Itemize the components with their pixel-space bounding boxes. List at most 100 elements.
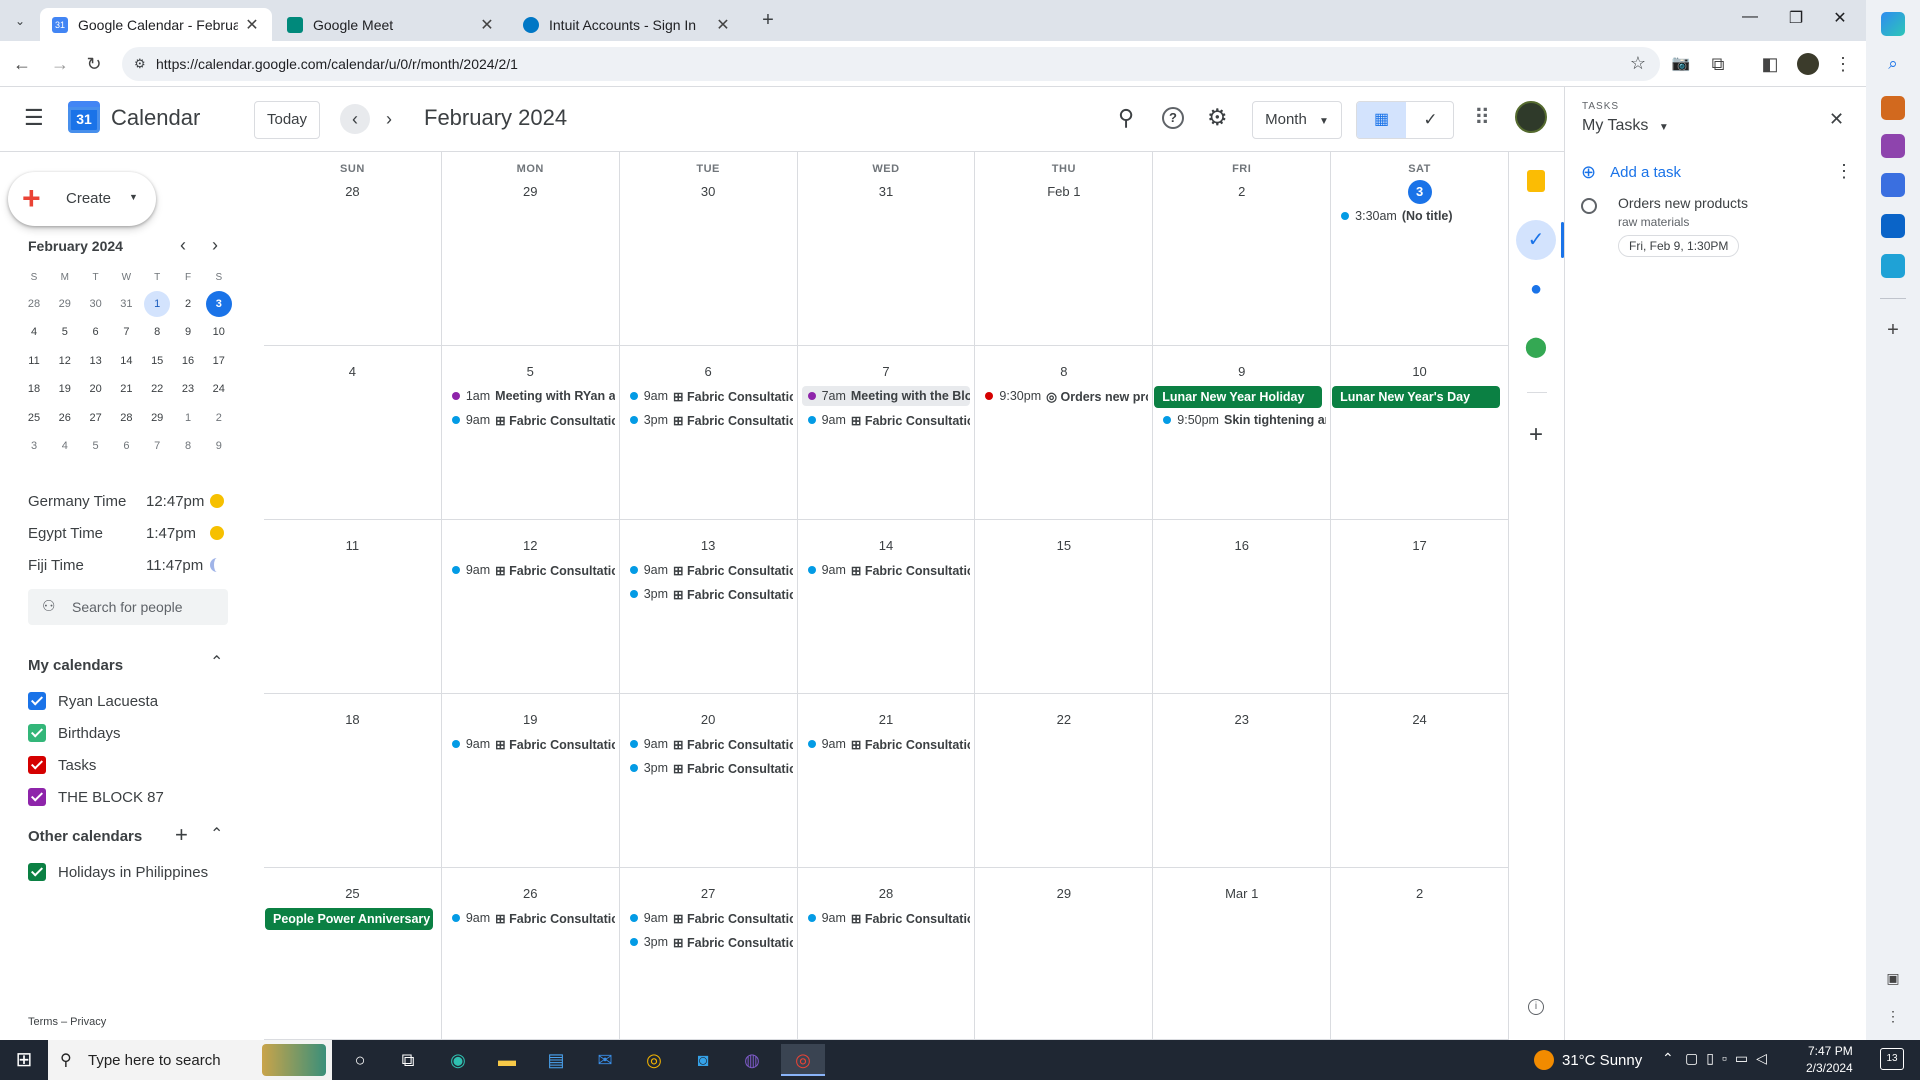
day-cell[interactable]: 25 People Power Anniversary — [264, 868, 442, 1040]
camera-app-icon[interactable]: ◙ — [683, 1044, 723, 1076]
screenshot-icon[interactable]: ▣ — [1881, 966, 1905, 990]
day-cell[interactable]: 13 9am ⊞ Fabric Consultation 3pm ⊞ Fabric Co… — [619, 520, 798, 694]
day-number[interactable]: 3 — [1331, 180, 1508, 204]
day-number[interactable]: 14 — [798, 534, 975, 558]
event-chip[interactable]: 1am Meeting with RYan and — [446, 386, 615, 406]
profile-avatar[interactable] — [1797, 53, 1819, 75]
tasks-mode-icon[interactable]: ✓ — [1406, 102, 1453, 138]
mini-day[interactable]: 23 — [173, 375, 203, 403]
bookmark-star-icon[interactable]: ☆ — [1630, 53, 1646, 74]
day-cell[interactable]: 28 9am ⊞ Fabric Consultation — [797, 868, 976, 1040]
day-number[interactable]: 29 — [975, 882, 1152, 906]
mini-day[interactable]: 17 — [204, 347, 234, 375]
day-cell[interactable]: SAT 3 3:30am (No title) — [1331, 152, 1509, 346]
day-number[interactable]: 27 — [620, 882, 797, 906]
task-list-selector[interactable]: My Tasks ▼ — [1582, 117, 1669, 135]
day-number[interactable]: 20 — [620, 708, 797, 732]
mini-day[interactable]: 15 — [142, 347, 172, 375]
extensions-icon[interactable]: ⧉ — [1705, 51, 1731, 77]
event-chip[interactable]: 3pm ⊞ Fabric Consultation — [624, 758, 793, 778]
help-icon[interactable]: ? — [1162, 107, 1184, 129]
tab-google-calendar[interactable]: 31 Google Calendar - February 20… ✕ — [40, 8, 272, 41]
mini-day[interactable]: 12 — [50, 347, 80, 375]
day-cell[interactable]: 20 9am ⊞ Fabric Consultation 3pm ⊞ Fabric Co… — [619, 694, 798, 868]
day-cell[interactable]: 4 — [264, 346, 442, 520]
chrome-active-icon[interactable]: ◎ — [781, 1044, 825, 1076]
forward-icon[interactable]: → — [47, 51, 73, 77]
weather-text[interactable]: 31°C Sunny — [1562, 1052, 1642, 1069]
mini-day[interactable]: 24 — [204, 375, 234, 403]
notification-icon[interactable]: 13 — [1880, 1048, 1904, 1070]
other-calendars-title[interactable]: Other calendars — [28, 828, 142, 845]
clock-date[interactable]: 2/3/2024 — [1806, 1061, 1853, 1075]
mini-day[interactable]: 26 — [50, 404, 80, 432]
day-number[interactable]: 23 — [1153, 708, 1330, 732]
my-calendars-title[interactable]: My calendars — [28, 657, 123, 674]
close-tab-icon[interactable]: ✕ — [715, 15, 731, 35]
event-chip[interactable]: 9am ⊞ Fabric Consultation — [446, 908, 615, 928]
task-item[interactable]: Orders new products raw materials Fri, F… — [1581, 195, 1851, 265]
task-complete-checkbox[interactable] — [1581, 198, 1597, 214]
add-icon[interactable]: + — [1881, 318, 1905, 342]
tab-google-meet[interactable]: Google Meet ✕ — [275, 8, 507, 41]
mini-day[interactable]: 6 — [111, 432, 141, 460]
day-number[interactable]: Mar 1 — [1153, 882, 1330, 906]
day-number[interactable]: 16 — [1153, 534, 1330, 558]
reload-icon[interactable]: ↻ — [81, 51, 107, 77]
tools-icon[interactable] — [1881, 96, 1905, 120]
day-cell[interactable]: 27 9am ⊞ Fabric Consultation 3pm ⊞ Fabric Co… — [619, 868, 798, 1040]
mini-day[interactable]: 13 — [81, 347, 111, 375]
view-switcher[interactable]: Month ▼ — [1252, 101, 1342, 139]
day-number[interactable]: 6 — [620, 360, 797, 384]
office-icon[interactable] — [1881, 173, 1905, 197]
terms-privacy-link[interactable]: Terms – Privacy — [28, 1016, 106, 1028]
mini-day[interactable]: 7 — [111, 318, 141, 346]
day-cell[interactable]: 7 7am Meeting with the Block 9am ⊞ Fabric Co… — [797, 346, 976, 520]
day-number[interactable]: 7 — [798, 360, 975, 384]
day-cell[interactable]: 16 — [1153, 520, 1332, 694]
day-cell[interactable]: 15 — [975, 520, 1154, 694]
account-avatar[interactable] — [1515, 101, 1547, 133]
tray-chevron-icon[interactable]: ⌃ — [1662, 1050, 1674, 1067]
day-number[interactable]: 5 — [442, 360, 619, 384]
day-number[interactable]: 28 — [264, 180, 441, 204]
mini-day[interactable]: 31 — [111, 290, 141, 318]
event-chip[interactable]: 9am ⊞ Fabric Consultation — [802, 734, 970, 754]
event-chip[interactable]: 9:50pm Skin tightening and — [1157, 410, 1326, 430]
mini-day[interactable]: 11 — [19, 347, 49, 375]
next-month-button[interactable]: › — [374, 104, 404, 134]
tray-icons[interactable]: ▢▯▫▭◁ — [1685, 1050, 1775, 1067]
day-number[interactable]: 21 — [798, 708, 975, 732]
site-info-icon[interactable]: ⚙ — [134, 56, 146, 72]
calendar-checkbox[interactable] — [28, 863, 46, 881]
mini-day[interactable]: 7 — [142, 432, 172, 460]
day-number[interactable]: 11 — [264, 534, 441, 558]
day-cell[interactable]: SUN 28 — [264, 152, 442, 346]
day-cell[interactable]: 17 — [1331, 520, 1509, 694]
mini-day[interactable]: 3 — [205, 291, 232, 317]
maximize-button[interactable]: ❐ — [1776, 8, 1816, 34]
search-people-input[interactable]: ⚇ Search for people — [28, 589, 228, 625]
close-tab-icon[interactable]: ✕ — [479, 15, 495, 35]
store-icon[interactable]: ▤ — [536, 1044, 576, 1076]
mini-day[interactable]: 1 — [144, 291, 171, 317]
task-view-icon[interactable]: ⧉ — [388, 1044, 428, 1076]
day-number[interactable]: 30 — [620, 180, 797, 204]
day-cell[interactable]: MON 29 — [441, 152, 620, 346]
mini-day[interactable]: 18 — [19, 375, 49, 403]
mini-day[interactable]: 9 — [173, 318, 203, 346]
day-number[interactable]: 15 — [975, 534, 1152, 558]
mini-day[interactable]: 4 — [50, 432, 80, 460]
calendar-item[interactable]: Ryan Lacuesta — [28, 688, 158, 714]
games-icon[interactable] — [1881, 134, 1905, 158]
cortana-icon[interactable]: ○ — [340, 1044, 380, 1076]
calendar-checkbox[interactable] — [28, 692, 46, 710]
day-cell[interactable]: 5 1am Meeting with RYan and 9am ⊞ Fabric Con… — [441, 346, 620, 520]
main-menu-icon[interactable]: ☰ — [24, 107, 48, 131]
minimize-button[interactable]: — — [1730, 8, 1770, 34]
mini-day[interactable]: 3 — [19, 432, 49, 460]
day-number[interactable]: 10 — [1331, 360, 1508, 384]
day-number[interactable]: 31 — [798, 180, 975, 204]
day-cell[interactable]: 26 9am ⊞ Fabric Consultation — [441, 868, 620, 1040]
event-chip[interactable]: 7am Meeting with the Block — [801, 386, 971, 406]
